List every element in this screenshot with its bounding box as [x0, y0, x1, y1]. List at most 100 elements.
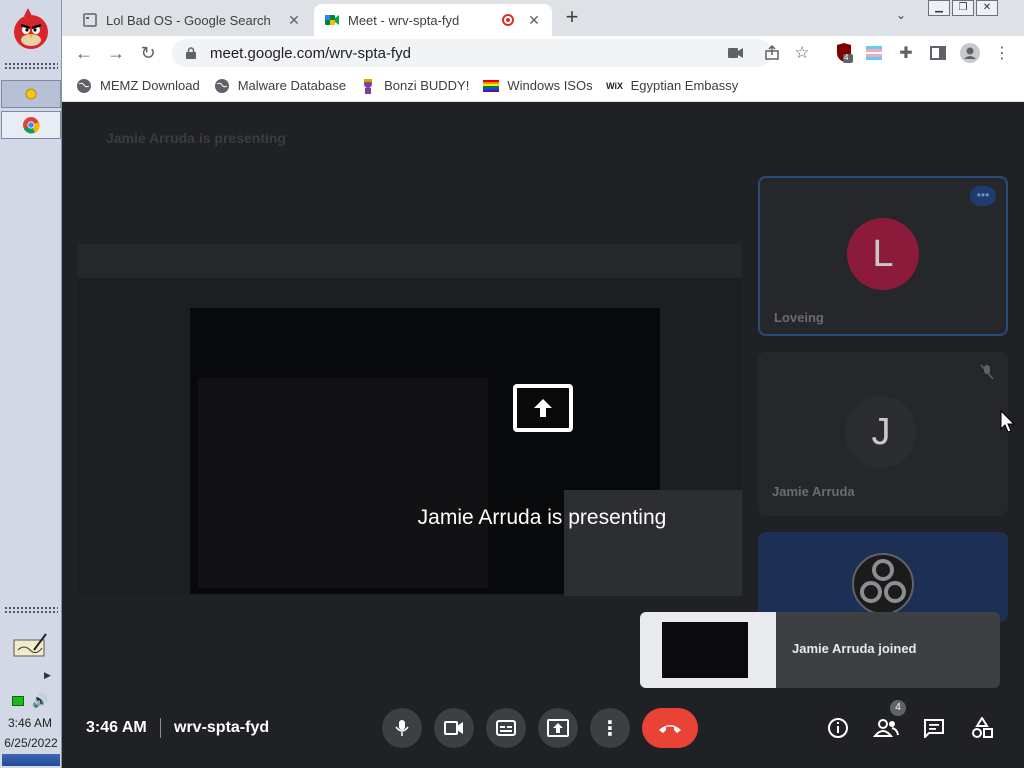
angry-bird-logo-icon[interactable] — [8, 6, 54, 52]
sun-icon — [25, 88, 37, 100]
mouse-cursor-icon — [1000, 410, 1016, 433]
avatar-initial: L — [872, 232, 894, 275]
taskbar-item-explorer[interactable] — [1, 80, 61, 108]
network-icon[interactable] — [12, 696, 24, 706]
activities-button[interactable] — [968, 714, 996, 742]
volume-icon[interactable]: 🔊 — [32, 693, 48, 709]
avatar-initial: J — [871, 410, 891, 453]
thumbnail-screen — [662, 622, 748, 678]
close-window-button[interactable]: ✕ — [976, 0, 998, 16]
tab-strip: Lol Bad OS - Google Search ✕ Meet - wrv-… — [62, 0, 1024, 36]
info-icon — [828, 718, 848, 738]
video-camera-icon — [444, 721, 463, 735]
shared-screen-dim — [78, 244, 742, 596]
meeting-details-button[interactable] — [824, 714, 852, 742]
meeting-time: 3:46 AM — [86, 719, 147, 736]
bookmark-label: MEMZ Download — [100, 78, 200, 93]
chat-button[interactable] — [920, 714, 948, 742]
globe-icon — [214, 78, 229, 93]
window-controls: ▁ ❐ ✕ — [928, 0, 998, 16]
back-button[interactable]: ← — [72, 41, 96, 65]
participant-tile-loveing[interactable]: ••• L Loveing — [758, 176, 1008, 336]
reload-button[interactable]: ↻ — [136, 41, 160, 65]
present-screen-icon — [513, 384, 573, 432]
taskbar-grip[interactable] — [4, 62, 58, 70]
taskbar-bottom-strip — [2, 754, 60, 766]
bookmark-memz[interactable]: MEMZ Download — [76, 78, 200, 94]
tab-label: Meet - wrv-spta-fyd — [348, 12, 460, 28]
profile-avatar-icon[interactable] — [960, 43, 980, 63]
more-options-icon[interactable]: ••• — [970, 186, 996, 206]
taskbar-clock-time[interactable]: 3:46 AM — [0, 716, 60, 730]
browser-menu-icon[interactable]: ⋮ — [992, 43, 1012, 63]
tab-google-search[interactable]: Lol Bad OS - Google Search ✕ — [72, 4, 312, 36]
people-count-badge: 4 — [890, 700, 906, 716]
people-button[interactable] — [872, 714, 900, 742]
bookmark-bonzi-buddy[interactable]: Bonzi BUDDY! — [360, 78, 469, 94]
avatar: L — [847, 218, 919, 290]
leave-call-button[interactable] — [642, 708, 698, 748]
more-vert-icon: ⋮ — [600, 717, 620, 740]
bonzi-icon — [364, 78, 373, 94]
maximize-button[interactable]: ❐ — [952, 0, 974, 16]
rainbow-flag-icon — [483, 79, 500, 92]
participant-name: Jamie Arruda — [772, 484, 855, 499]
camera-icon[interactable] — [726, 43, 746, 63]
bookmark-malware-database[interactable]: Malware Database — [214, 78, 346, 94]
notification-text: Jamie Arruda joined — [792, 641, 917, 656]
browser-toolbar: ← → ↻ meet.google.com/wrv-spta-fyd ☆ 4 ✚ — [62, 36, 1024, 70]
tab-label: Lol Bad OS - Google Search — [106, 12, 271, 28]
extensions-puzzle-icon[interactable]: ✚ — [896, 43, 916, 63]
microphone-button[interactable] — [382, 708, 422, 748]
mic-off-icon — [980, 364, 994, 380]
extension-flag-icon[interactable] — [864, 43, 884, 63]
participant-tile-obs[interactable] — [758, 532, 1008, 622]
bookmarks-bar: MEMZ Download Malware Database Bonzi BUD… — [62, 70, 1024, 102]
notepad-icon[interactable] — [12, 632, 48, 660]
minimize-button[interactable]: ▁ — [928, 0, 950, 16]
camera-button[interactable] — [434, 708, 474, 748]
meet-icon — [325, 15, 339, 25]
taskbar-grip-bottom[interactable] — [4, 606, 58, 614]
hang-up-icon — [659, 725, 681, 733]
address-bar[interactable]: meet.google.com/wrv-spta-fyd — [172, 39, 772, 67]
new-tab-button[interactable]: + — [560, 6, 584, 30]
presenting-caption: Jamie Arruda is presenting — [417, 506, 667, 529]
share-icon[interactable] — [762, 43, 782, 63]
extension-badge: 4 — [844, 53, 849, 62]
meeting-code[interactable]: wrv-spta-fyd — [174, 719, 269, 737]
taskbar-item-chrome[interactable] — [1, 111, 61, 139]
forward-button[interactable]: → — [104, 41, 128, 65]
meet-page: Jamie Arruda is presenting Jamie Arruda … — [62, 102, 1024, 768]
tab-search-icon[interactable]: ⌄ — [896, 8, 906, 22]
presenter-header: Jamie Arruda is presenting — [106, 130, 286, 146]
bookmark-egyptian-embassy[interactable]: WiX Egyptian Embassy — [606, 78, 739, 94]
taskbar: ▶ 🔊 3:46 AM 6/25/2022 — [0, 0, 62, 768]
more-options-button[interactable]: ⋮ — [590, 708, 630, 748]
participant-tile-jamie-arruda[interactable]: J Jamie Arruda — [758, 352, 1008, 516]
close-tab-icon[interactable]: ✕ — [526, 12, 542, 29]
tray-expand-icon[interactable]: ▶ — [44, 670, 51, 681]
bookmark-label: Bonzi BUDDY! — [384, 78, 470, 93]
taskbar-clock-date[interactable]: 6/25/2022 — [0, 736, 62, 750]
close-tab-icon[interactable]: ✕ — [286, 12, 302, 29]
captions-button[interactable] — [486, 708, 526, 748]
bookmark-label: Egyptian Embassy — [630, 78, 739, 93]
side-panel-icon[interactable] — [928, 43, 948, 63]
present-now-button[interactable] — [538, 708, 578, 748]
bookmark-label: Malware Database — [237, 78, 347, 93]
join-notification[interactable]: Jamie Arruda joined — [640, 612, 1000, 688]
ublock-extension-icon[interactable]: 4 — [834, 43, 854, 63]
tab-meet[interactable]: Meet - wrv-spta-fyd ✕ — [314, 4, 552, 36]
chrome-icon — [23, 117, 40, 134]
notification-thumbnail — [640, 612, 776, 688]
avatar: J — [845, 396, 917, 468]
participant-name: Loveing — [774, 310, 824, 325]
wix-icon: WiX — [606, 80, 624, 91]
bookmark-star-icon[interactable]: ☆ — [792, 43, 812, 63]
browser-window: Lol Bad OS - Google Search ✕ Meet - wrv-… — [62, 0, 1024, 102]
bookmark-windows-isos[interactable]: Windows ISOs — [483, 78, 593, 94]
people-icon — [873, 719, 899, 737]
meeting-controls-bar: 3:46 AM wrv-spta-fyd ⋮ 4 — [62, 688, 1024, 768]
lock-icon[interactable] — [186, 47, 196, 59]
